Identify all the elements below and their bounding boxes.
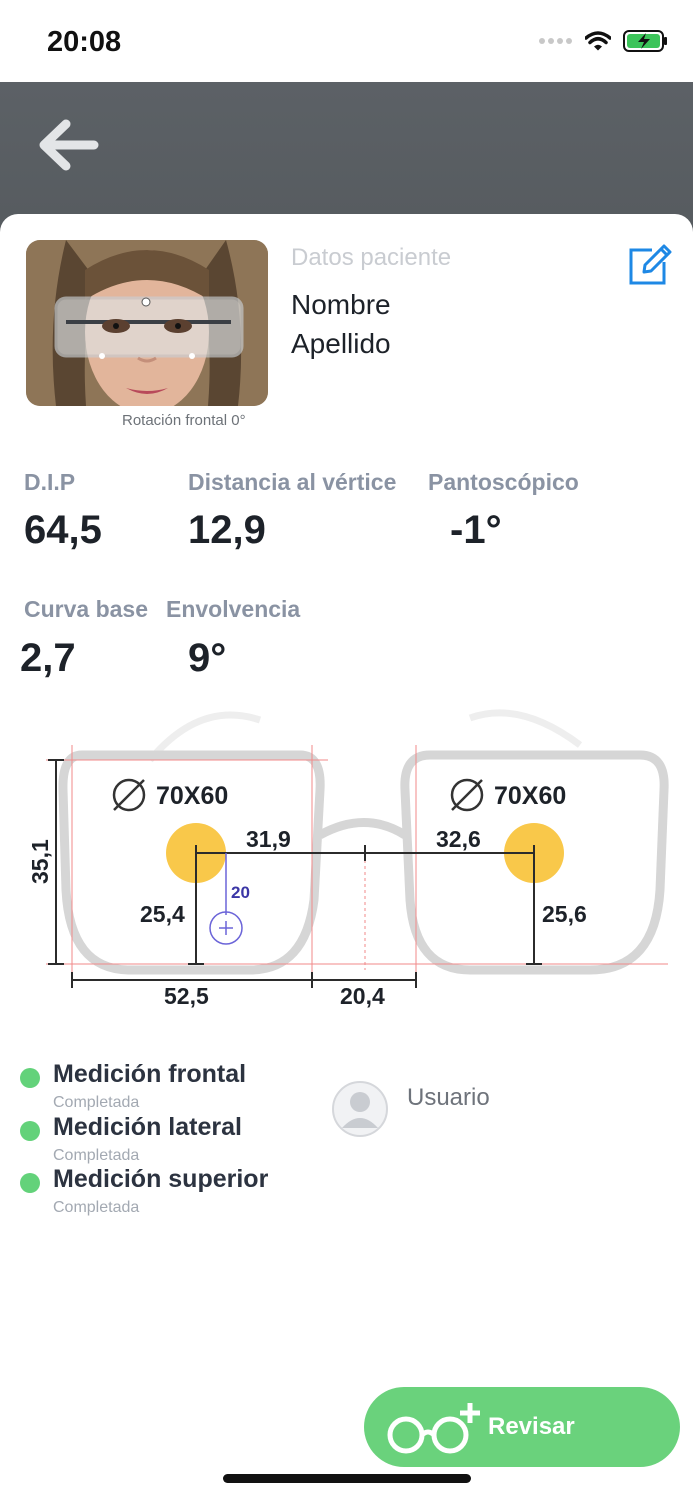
step-status: Completada bbox=[53, 1199, 140, 1216]
status-dot bbox=[20, 1121, 40, 1141]
pantoscopic-label: Pantoscópico bbox=[428, 469, 579, 495]
status-dot bbox=[20, 1068, 40, 1088]
step-title: Medición frontal bbox=[53, 1060, 247, 1088]
patient-last-name: Apellido bbox=[291, 328, 391, 359]
bridge bbox=[317, 818, 408, 839]
wrap-label: Envolvencia bbox=[166, 596, 301, 622]
step-title: Medición lateral bbox=[53, 1113, 242, 1141]
step-status: Completada bbox=[53, 1094, 140, 1111]
optical-center-icon bbox=[209, 911, 243, 945]
lens-width: 52,5 bbox=[164, 983, 209, 1009]
wrap-value: 9° bbox=[188, 636, 227, 680]
status-dot bbox=[20, 1173, 40, 1193]
arrow-left-icon bbox=[39, 119, 99, 171]
left-half-distance: 31,9 bbox=[246, 826, 291, 852]
right-temple bbox=[468, 709, 583, 748]
edit-patient-button[interactable] bbox=[626, 240, 674, 288]
left-height: 25,4 bbox=[140, 901, 185, 927]
patient-first-name: Nombre bbox=[291, 289, 391, 320]
base-curve-value: 2,7 bbox=[20, 636, 76, 680]
status-time: 20:08 bbox=[47, 26, 122, 58]
review-button-label: Revisar bbox=[488, 1413, 575, 1440]
right-diameter-icon bbox=[450, 778, 484, 812]
vertex-label: Distancia al vértice bbox=[188, 469, 397, 495]
frame-height: 35,1 bbox=[27, 839, 53, 884]
vertex-value: 12,9 bbox=[188, 508, 266, 552]
patient-section-title: Datos paciente bbox=[291, 244, 452, 271]
dip-label: D.I.P bbox=[24, 469, 76, 495]
left-diameter-icon bbox=[112, 778, 146, 812]
pantoscopic-value: -1° bbox=[450, 508, 502, 552]
optical-center-offset: 20 bbox=[231, 883, 250, 902]
step-title: Medición superior bbox=[53, 1165, 269, 1193]
review-button[interactable]: Revisar bbox=[364, 1387, 680, 1467]
edit-icon bbox=[629, 244, 672, 285]
glasses-plus-icon bbox=[387, 1403, 480, 1454]
status-bar: 20:08 bbox=[0, 0, 693, 82]
wifi-icon bbox=[585, 31, 611, 51]
right-lens-size: 70X60 bbox=[494, 782, 566, 810]
bridge-width: 20,4 bbox=[340, 983, 385, 1009]
glasses-diagram: 70X60 70X60 31,9 32,6 25,4 25,6 52,5 20,… bbox=[27, 709, 669, 1009]
signal-icon bbox=[539, 38, 572, 44]
right-height: 25,6 bbox=[542, 901, 587, 927]
left-lens-size: 70X60 bbox=[156, 782, 228, 810]
photo-caption: Rotación frontal 0° bbox=[122, 412, 246, 429]
battery-icon bbox=[623, 30, 667, 52]
step-status: Completada bbox=[53, 1147, 140, 1164]
status-icons bbox=[539, 30, 669, 52]
dip-value: 64,5 bbox=[24, 508, 102, 552]
patient-photo bbox=[26, 240, 268, 406]
base-curve-label: Curva base bbox=[24, 596, 149, 622]
user-label: Usuario bbox=[407, 1084, 490, 1111]
right-half-distance: 32,6 bbox=[436, 826, 481, 852]
user-avatar-icon[interactable] bbox=[331, 1080, 389, 1138]
home-indicator bbox=[223, 1474, 471, 1483]
back-button[interactable] bbox=[34, 118, 104, 172]
